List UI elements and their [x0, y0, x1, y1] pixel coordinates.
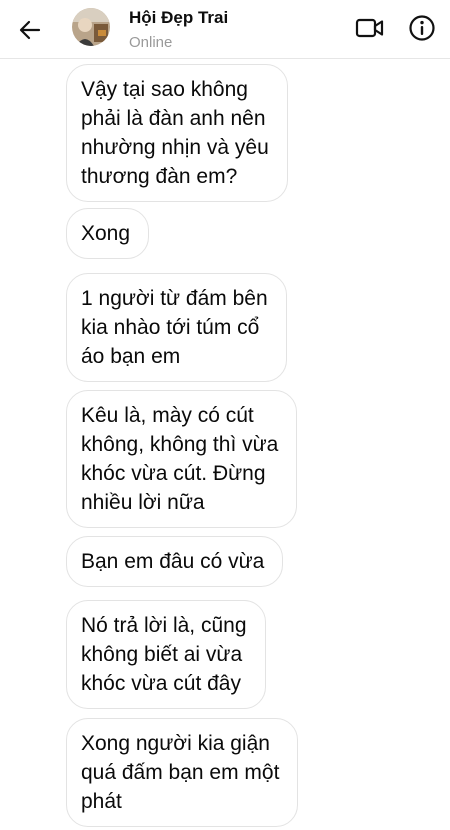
info-button[interactable]	[404, 10, 440, 46]
chat-title[interactable]: Hội Đẹp Trai	[129, 8, 228, 28]
message-bubble[interactable]: Vậy tại sao không phải là đàn anh nên nh…	[66, 64, 288, 202]
back-button[interactable]	[12, 12, 48, 48]
video-call-icon	[355, 18, 384, 38]
message-bubble[interactable]: Kêu là, mày có cút không, không thì vừa …	[66, 390, 298, 528]
video-call-button[interactable]	[352, 12, 388, 44]
info-icon	[409, 15, 435, 41]
message-bubble[interactable]: Bạn em đâu có vừa	[66, 536, 284, 587]
back-arrow-icon	[19, 20, 41, 40]
online-status: Online	[129, 34, 173, 51]
message-bubble[interactable]: Xong	[66, 208, 150, 259]
avatar[interactable]	[72, 8, 110, 46]
group-avatar-image	[72, 8, 110, 46]
message-bubble[interactable]: Xong người kia giận quá đấm bạn em một p…	[66, 718, 299, 827]
message-list[interactable]: Vậy tại sao không phải là đàn anh nên nh…	[0, 58, 450, 830]
message-bubble[interactable]: Nó trả lời là, cũng không biết ai vừa kh…	[66, 600, 266, 709]
message-bubble[interactable]: 1 người từ đám bên kia nhào tới túm cổ á…	[66, 273, 287, 382]
chat-header: Hội Đẹp Trai Online	[0, 0, 450, 59]
